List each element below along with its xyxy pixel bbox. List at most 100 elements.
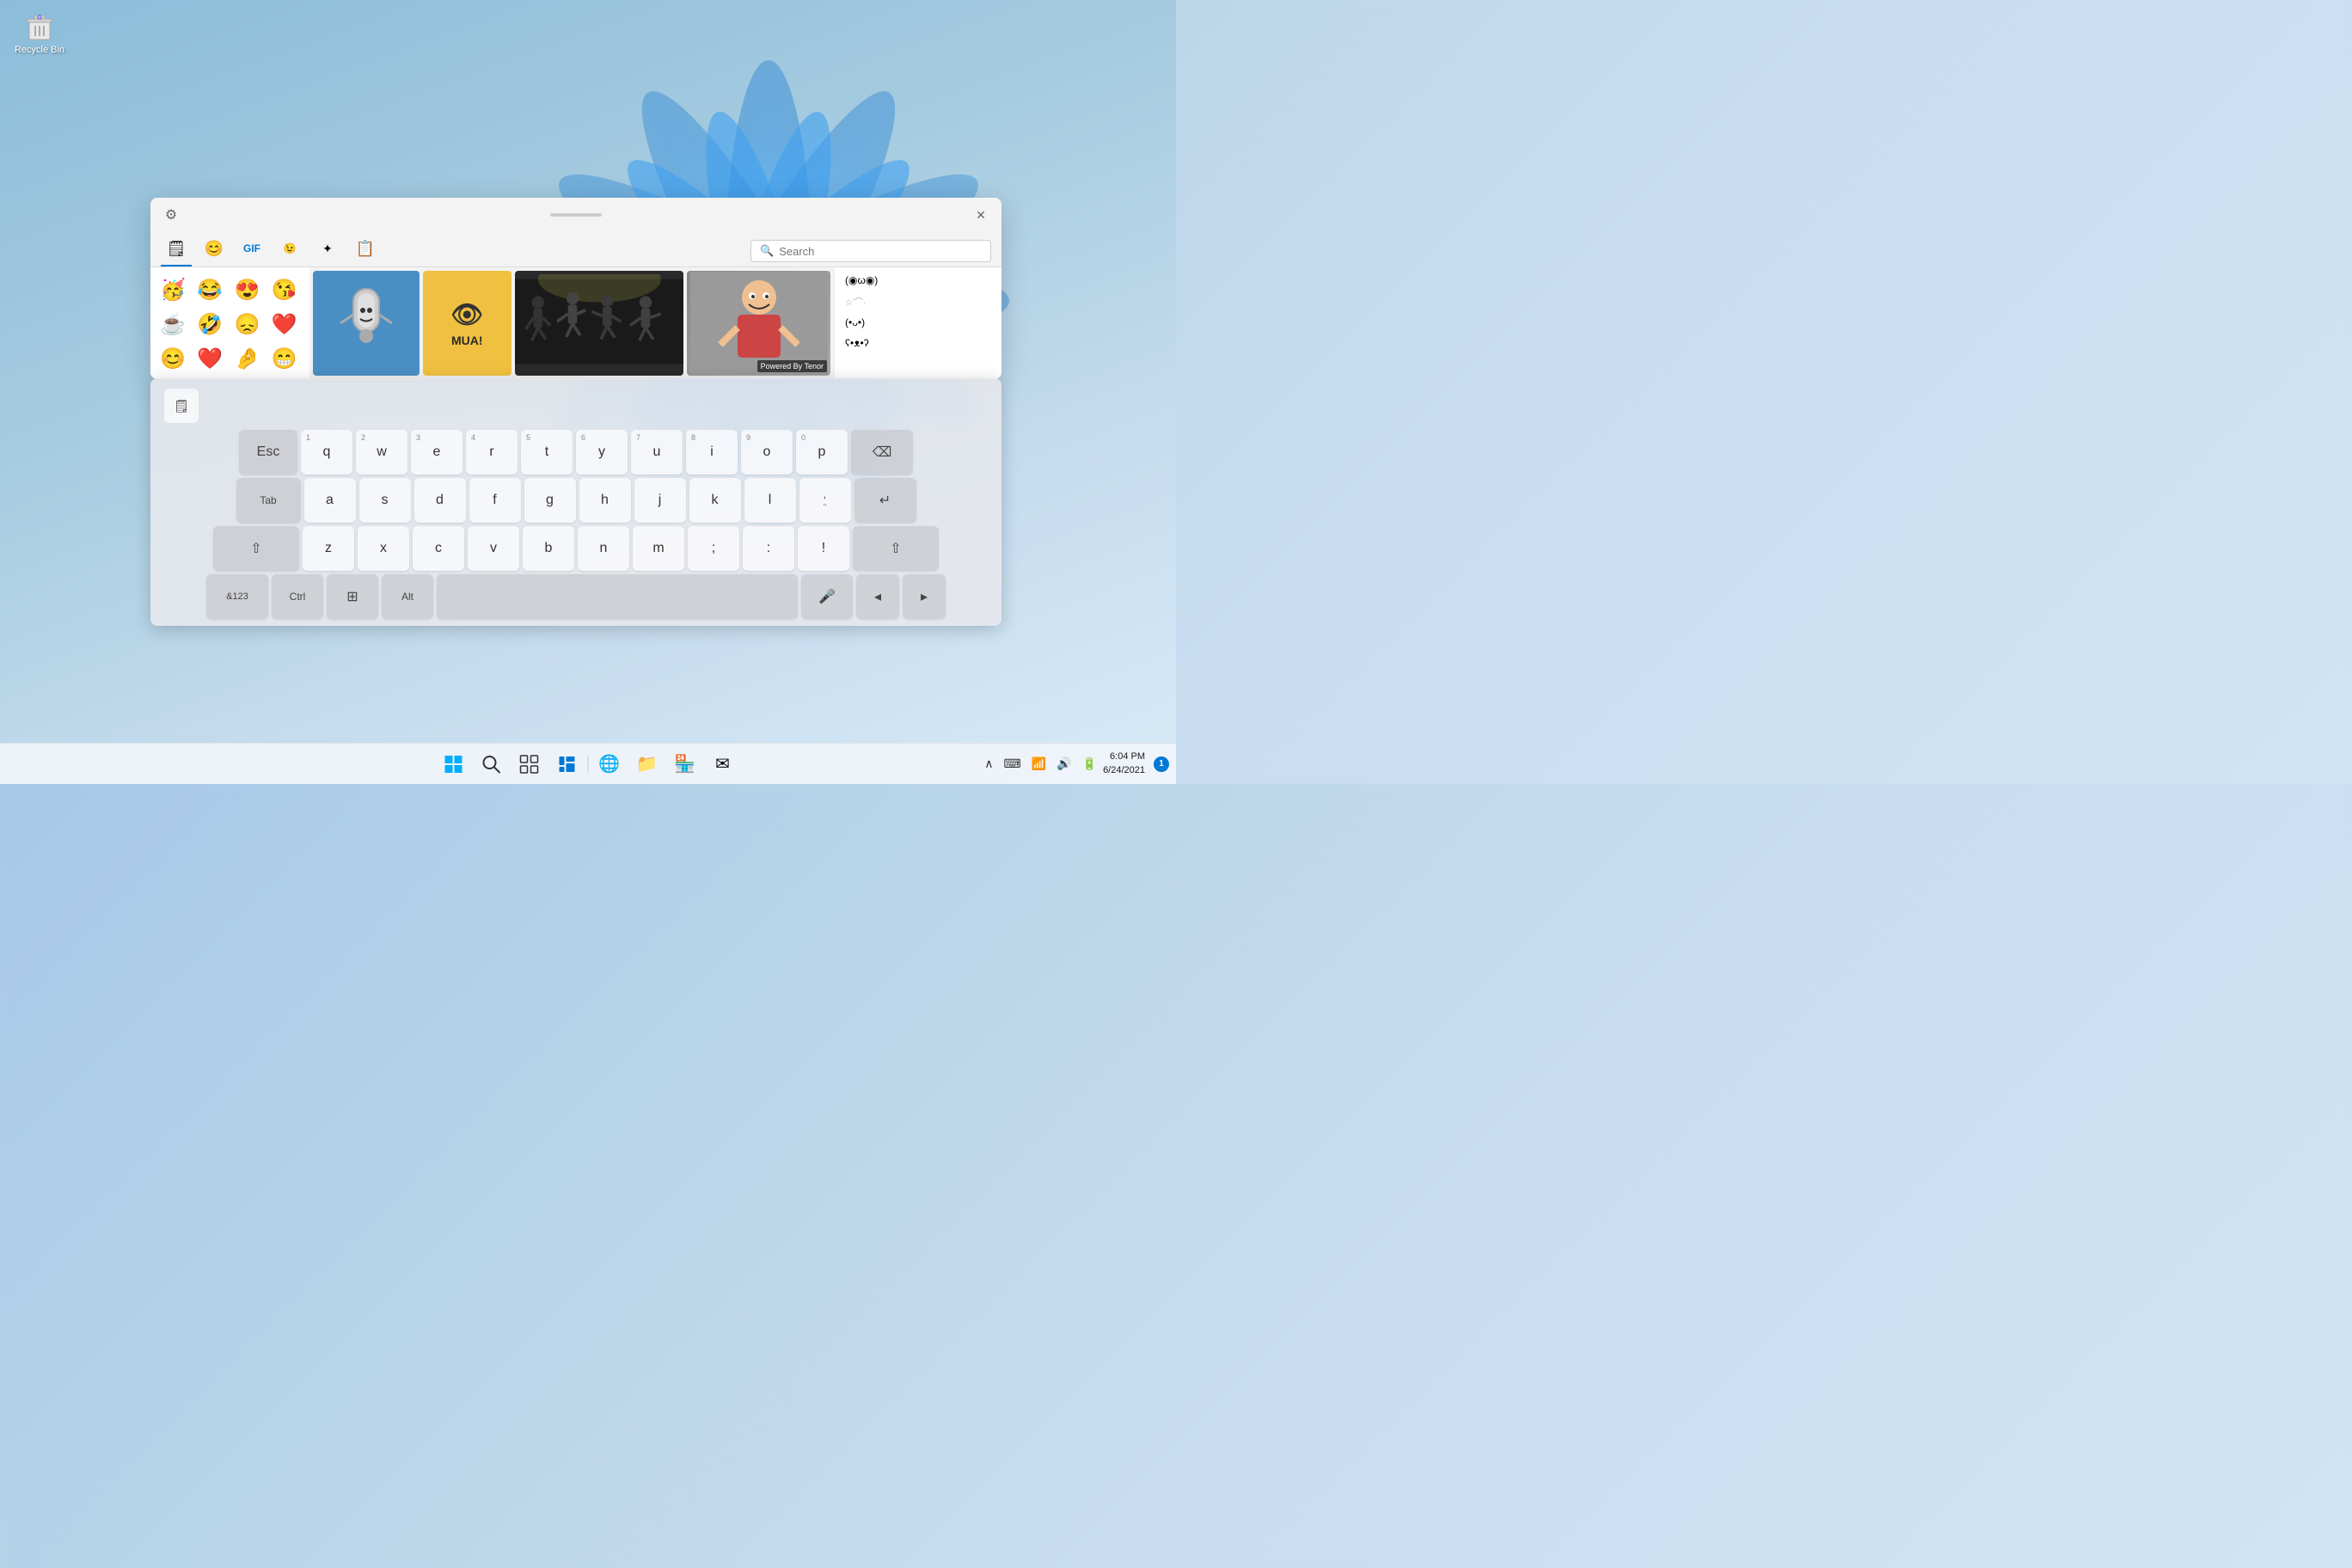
widgets-button[interactable] [550,747,585,781]
key-comma[interactable]: ," [799,478,851,523]
emoji-item[interactable]: 😍 [232,274,263,305]
gif-item-dancing[interactable] [515,271,684,376]
gif-item-minions[interactable]: 👁 MUA! [423,271,511,376]
keyboard-row-1: Esc 1q 2w 3e 4r 5t 6y 7u 8i 9o 0p ⌫ [157,430,995,475]
key-a[interactable]: a [304,478,356,523]
key-e[interactable]: 3e [411,430,462,475]
key-d[interactable]: d [414,478,466,523]
search-button[interactable] [475,747,509,781]
keyboard-row-2: Tab a s d f g h j k l ," ↵ [157,478,995,523]
taskbar-right: ∧ ⌨ 📶 🔊 🔋 6:04 PM 6/24/2021 1 [982,750,1169,777]
key-backspace[interactable]: ⌫ [851,430,913,475]
key-exclaim[interactable]: ! [798,526,849,571]
key-shift-right[interactable]: ⇧ [853,526,939,571]
tab-kaomoji[interactable]: 😉 [274,236,305,266]
key-o[interactable]: 9o [741,430,793,475]
key-h[interactable]: h [579,478,631,523]
emoji-item[interactable]: 😁 [269,343,300,374]
keyboard-clipboard-button[interactable]: 🗒 [164,389,199,423]
key-microphone[interactable]: 🎤 [801,574,853,619]
emoji-item[interactable]: ☕ [157,309,188,340]
key-tab[interactable]: Tab [236,478,301,523]
mail-button[interactable]: ✉ [706,747,740,781]
kaomoji-item[interactable]: (◉ω◉) [838,271,998,290]
touch-keyboard: 🗒 Esc 1q 2w 3e 4r 5t 6y 7u 8i 9o 0p ⌫ Ta… [150,378,1001,626]
key-m[interactable]: m [633,526,684,571]
key-y[interactable]: 6y [576,430,628,475]
settings-button[interactable]: ⚙ [161,205,181,225]
files-button[interactable]: 📁 [630,747,665,781]
key-shift-left[interactable]: ⇧ [213,526,299,571]
key-n[interactable]: n [578,526,629,571]
key-f[interactable]: f [469,478,521,523]
key-t[interactable]: 5t [521,430,573,475]
key-windows[interactable]: ⊞ [327,574,378,619]
wifi-icon[interactable]: 📶 [1029,756,1049,771]
key-i[interactable]: 8i [686,430,738,475]
task-view-button[interactable] [512,747,547,781]
kaomoji-item[interactable]: ☆ʼ⌒· [838,291,998,311]
key-l[interactable]: l [744,478,796,523]
tab-emoji[interactable]: 😊 [199,236,230,266]
key-v[interactable]: v [468,526,519,571]
key-alt[interactable]: Alt [382,574,433,619]
key-esc[interactable]: Esc [239,430,297,475]
recycle-bin-label: Recycle Bin [15,45,64,55]
emoji-item[interactable]: 🤣 [194,309,225,340]
emoji-item[interactable]: 😘 [269,274,300,305]
emoji-item[interactable]: ❤️ [194,343,225,374]
search-box[interactable]: 🔍 [750,240,991,262]
key-w[interactable]: 2w [356,430,407,475]
start-button[interactable] [437,747,471,781]
key-space[interactable] [437,574,798,619]
key-z[interactable]: z [303,526,354,571]
keyboard-rows: Esc 1q 2w 3e 4r 5t 6y 7u 8i 9o 0p ⌫ Tab … [157,430,995,619]
key-enter[interactable]: ↵ [854,478,916,523]
system-clock[interactable]: 6:04 PM 6/24/2021 [1103,750,1145,777]
emoji-item[interactable]: 🥳 [157,274,188,305]
key-j[interactable]: j [634,478,686,523]
battery-icon[interactable]: 🔋 [1080,756,1099,771]
gif-item-paperclip[interactable] [313,271,420,376]
key-p[interactable]: 0p [796,430,848,475]
key-x[interactable]: x [358,526,409,571]
key-colon[interactable]: : [743,526,794,571]
tray-expand-icon[interactable]: ∧ [982,756,995,771]
store-button[interactable]: 🏪 [668,747,702,781]
kaomoji-item[interactable]: ʕ•ᴥ•ʔ [838,334,998,352]
emoji-item[interactable]: ❤️ [269,309,300,340]
key-u[interactable]: 7u [631,430,683,475]
key-ctrl[interactable]: Ctrl [272,574,323,619]
key-arrow-left[interactable]: ◂ [856,574,899,619]
emoji-item[interactable]: 😂 [194,274,225,305]
key-arrow-right[interactable]: ▸ [903,574,946,619]
search-input[interactable] [779,245,982,258]
tab-gif[interactable]: GIF [236,236,267,266]
emoji-item[interactable]: 🤌 [232,343,263,374]
tab-symbols[interactable]: ✦ [312,236,343,266]
keyboard-toolbar: 🗒 [157,385,995,426]
key-r[interactable]: 4r [466,430,518,475]
gif-item-person[interactable]: Powered By Tenor [687,271,830,376]
close-button[interactable]: ✕ [971,205,991,225]
edge-button[interactable]: 🌐 [592,747,627,781]
tab-clipboard[interactable]: 🗒 [161,236,192,266]
volume-icon[interactable]: 🔊 [1054,756,1074,771]
key-semicolon[interactable]: ; [688,526,739,571]
key-g[interactable]: g [524,478,576,523]
key-q[interactable]: 1q [301,430,352,475]
tab-clipboard2[interactable]: 📋 [350,236,381,266]
key-s[interactable]: s [359,478,411,523]
system-tray: ∧ ⌨ 📶 🔊 🔋 [982,756,1099,771]
emoji-item[interactable]: 😊 [157,343,188,374]
recycle-bin[interactable]: ♻ Recycle Bin [9,9,70,55]
key-k[interactable]: k [689,478,741,523]
key-c[interactable]: c [413,526,464,571]
kaomoji-item[interactable]: (•ᴗ•) [838,313,998,332]
keyboard-icon[interactable]: ⌨ [1001,756,1024,771]
key-b[interactable]: b [523,526,574,571]
emoji-item[interactable]: 😞 [232,309,263,340]
notification-button[interactable]: 1 [1154,756,1169,772]
keyboard-row-4: &123 Ctrl ⊞ Alt 🎤 ◂ ▸ [157,574,995,619]
key-symbol[interactable]: &123 [206,574,268,619]
